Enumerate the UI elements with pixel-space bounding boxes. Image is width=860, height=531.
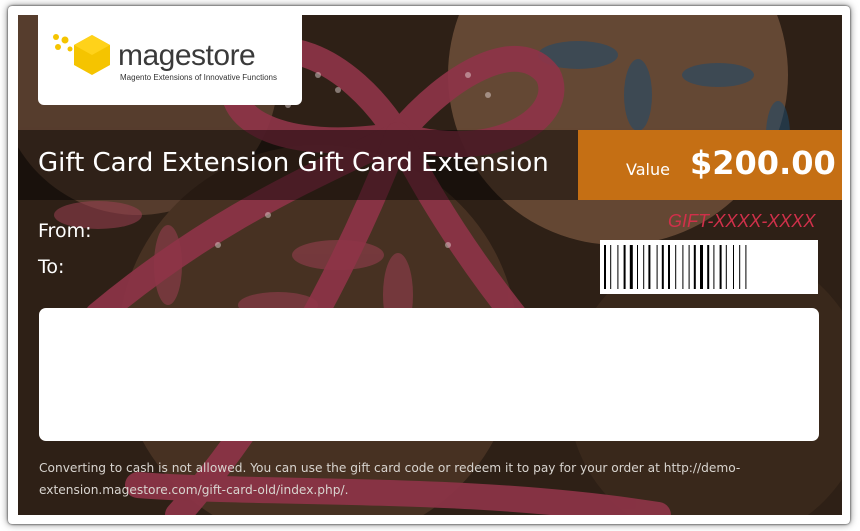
barcode-bar [637, 245, 638, 289]
hexagon-logo-icon [53, 34, 110, 75]
barcode-bar [668, 245, 670, 289]
gift-card-notes: Converting to cash is not allowed. You c… [39, 461, 741, 497]
gift-code: GIFT-XXXX-XXXX [668, 211, 816, 231]
barcode-bar [610, 245, 612, 289]
barcode-bar [656, 245, 658, 289]
barcode-bar [629, 245, 633, 289]
barcode-bar [739, 245, 741, 289]
barcode-bar [745, 245, 747, 289]
value-box: Value $200.00 [578, 130, 842, 200]
logo-tagline: Magento Extensions of Innovative Functio… [120, 73, 277, 82]
barcode-bar [623, 245, 626, 289]
barcode-bar [688, 245, 690, 289]
barcode-bar [693, 245, 696, 289]
title-band: Gift Card Extension Gift Card Extension [18, 130, 578, 200]
value-amount: $200.00 [690, 144, 836, 182]
magestore-logo: magestore Magento Extensions of Innovati… [38, 15, 302, 105]
barcode-bar [643, 245, 645, 289]
from-label: From: [38, 220, 92, 242]
gift-card-title: Gift Card Extension Gift Card Extension [38, 148, 549, 178]
value-label: Value [626, 160, 670, 179]
barcode-bar [719, 245, 722, 289]
barcode-bar [682, 245, 684, 289]
gift-card: magestore Magento Extensions of Innovati… [18, 15, 842, 515]
logo-wordmark: magestore [118, 39, 256, 72]
barcode-bar [617, 245, 619, 289]
barcode-bar [675, 245, 677, 289]
barcode-bar [707, 245, 710, 289]
to-label: To: [38, 256, 65, 278]
barcode-bar [725, 245, 727, 289]
barcode-bar [648, 245, 651, 289]
barcode [600, 240, 818, 294]
barcode-bar [604, 245, 606, 289]
barcode-bar [700, 245, 703, 289]
barcode-bar [713, 245, 715, 289]
barcode-bar [733, 245, 734, 289]
barcode-bar [661, 245, 664, 289]
message-box [39, 308, 819, 441]
